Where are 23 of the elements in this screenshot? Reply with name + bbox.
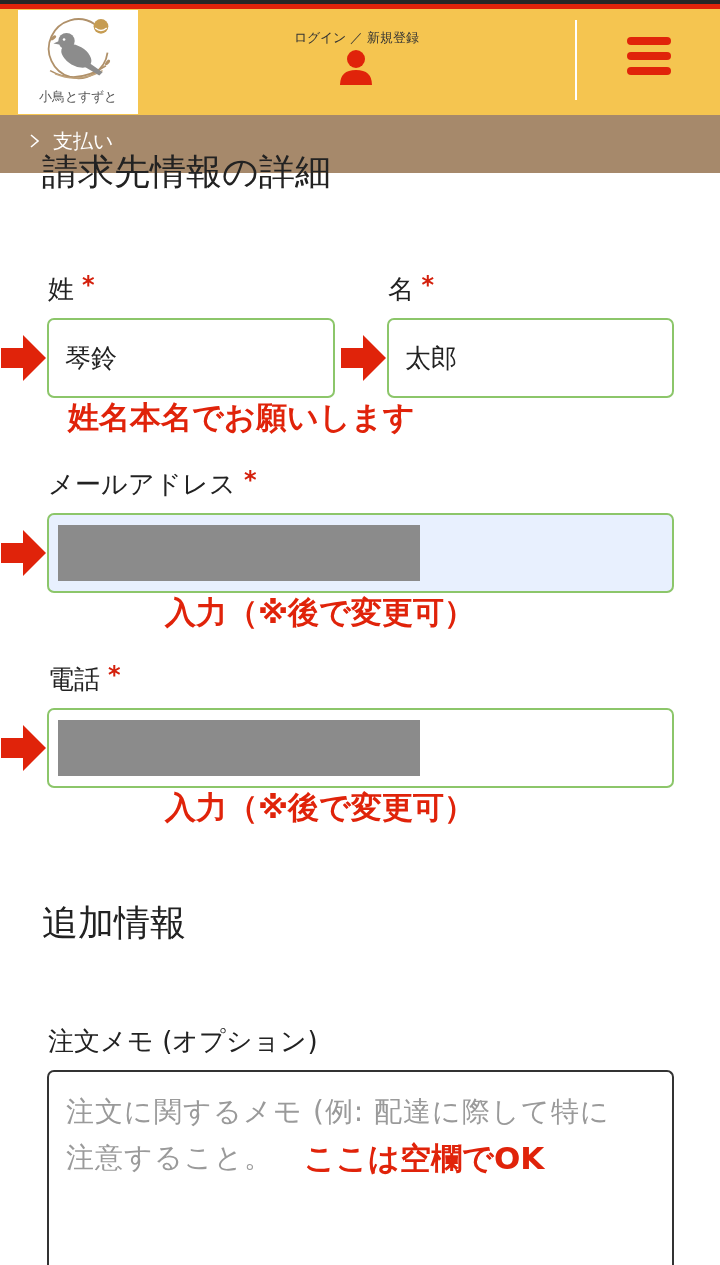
required-mark: * xyxy=(244,467,257,493)
breadcrumb-item: 支払い xyxy=(53,128,113,154)
menu-icon xyxy=(626,37,671,75)
field-label: メールアドレス xyxy=(48,468,236,501)
logo-text: 小鳥とすずと xyxy=(39,88,117,105)
section-title: 請求先情報の詳細 xyxy=(42,151,331,194)
required-mark: * xyxy=(108,662,121,688)
field-label: 名 xyxy=(387,273,414,306)
text-field[interactable] xyxy=(47,708,674,788)
chevron-right-icon xyxy=(30,134,39,148)
text-field[interactable]: 太郎 xyxy=(386,318,674,398)
field-label: 注文メモ (オプション) xyxy=(48,1025,318,1058)
text-field[interactable] xyxy=(47,513,674,593)
logo[interactable]: 小鳥とすずと xyxy=(18,10,138,114)
user-icon xyxy=(340,50,373,85)
field-label: 電話 xyxy=(48,663,100,696)
required-mark: * xyxy=(82,272,95,298)
section-title: 追加情報 xyxy=(42,901,186,945)
field-label: 姓 xyxy=(48,273,74,306)
text-field[interactable]: 琴鈴 xyxy=(47,318,335,398)
menu-button[interactable] xyxy=(626,37,671,75)
required-mark: * xyxy=(421,272,435,298)
account-link[interactable]: ログイン ／ 新規登録 xyxy=(293,30,420,85)
